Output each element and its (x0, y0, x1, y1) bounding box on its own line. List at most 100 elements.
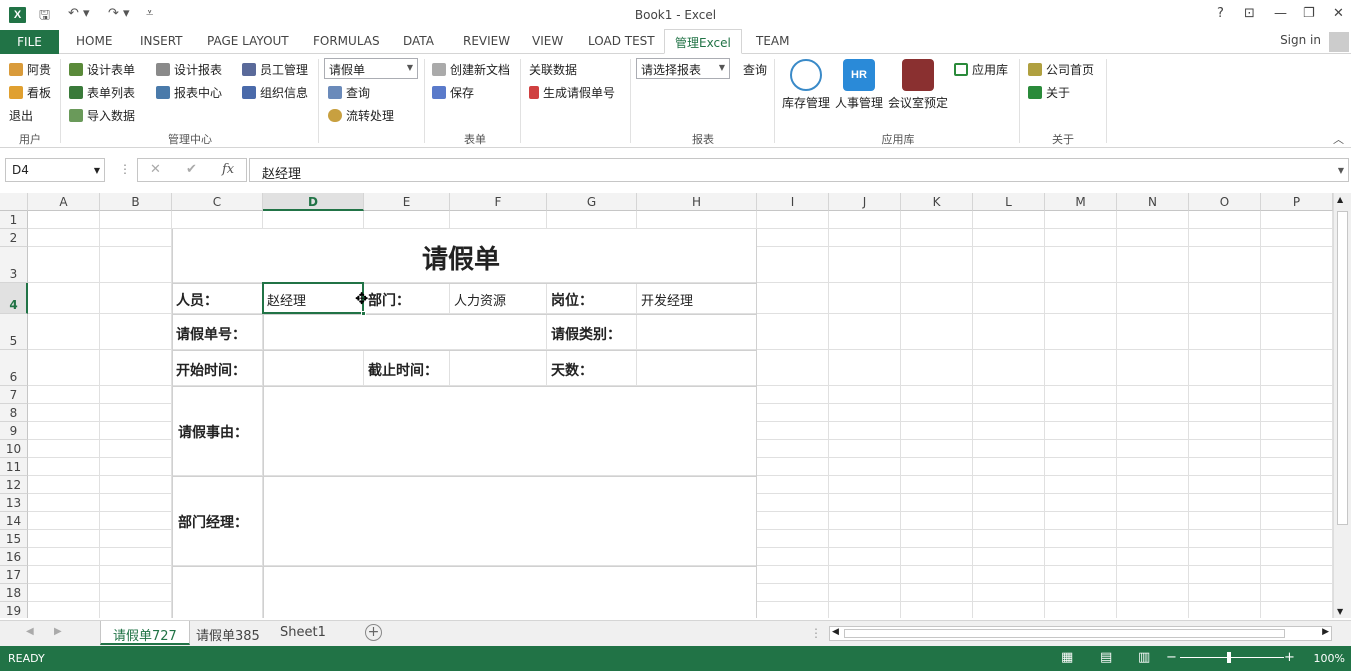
column-header-b[interactable]: B (100, 193, 172, 211)
column-header-h[interactable]: H (637, 193, 757, 211)
row-header-17[interactable]: 17 (0, 566, 28, 584)
tab-formulas[interactable]: FORMULAS (313, 34, 380, 48)
tab-load-test[interactable]: LOAD TEST (588, 34, 655, 48)
tab-file[interactable]: FILE (0, 30, 59, 54)
insert-function-icon[interactable]: fx (222, 162, 234, 177)
cancel-icon[interactable]: ✕ (150, 162, 161, 177)
sheet-tab-3[interactable]: Sheet1 (268, 621, 338, 645)
tab-page-layout[interactable]: PAGE LAYOUT (207, 34, 289, 48)
form-list-button[interactable]: 表单列表 (69, 84, 135, 101)
report-query-button[interactable]: 查询 (743, 61, 767, 78)
page-break-view-icon[interactable]: ▥ (1138, 650, 1150, 665)
row-header-15[interactable]: 15 (0, 530, 28, 548)
flow-process-button[interactable]: 流转处理 (328, 107, 394, 124)
scrollbar-thumb[interactable] (844, 629, 1285, 638)
prev-sheet-icon[interactable]: ◀ (26, 626, 34, 637)
row-header-9[interactable]: 9 (0, 422, 28, 440)
scroll-down-icon[interactable]: ▼ (1337, 607, 1343, 616)
logout-button[interactable]: 退出 (9, 107, 33, 124)
worksheet-grid[interactable]: A B C D E F G H I J K L M N O P 1 2 3 4 5 6 7 8 9 10 11 12 13 14 15 16 1… (0, 193, 1333, 618)
column-header-p[interactable]: P (1261, 193, 1333, 211)
active-cell-d4[interactable] (262, 282, 366, 316)
fill-handle[interactable] (361, 311, 366, 316)
meeting-room-button[interactable]: 会议室预定 (887, 59, 949, 111)
app-store-button[interactable]: 应用库 (954, 61, 1008, 78)
name-box[interactable]: D4 ▼ (5, 158, 105, 182)
design-form-button[interactable]: 设计表单 (69, 61, 135, 78)
help-button[interactable]: ? (1217, 6, 1224, 21)
tab-home[interactable]: HOME (76, 34, 112, 48)
row-header-5[interactable]: 5 (0, 314, 28, 350)
zoom-slider[interactable] (1180, 657, 1284, 658)
column-header-g[interactable]: G (547, 193, 637, 211)
scroll-right-icon[interactable]: ▶ (1322, 627, 1329, 637)
row-header-12[interactable]: 12 (0, 476, 28, 494)
row-header-11[interactable]: 11 (0, 458, 28, 476)
zoom-out-icon[interactable]: − (1166, 650, 1177, 665)
form-select[interactable]: 请假单 ▼ (324, 58, 418, 79)
normal-view-icon[interactable]: ▦ (1061, 650, 1073, 665)
link-data-button[interactable]: 关联数据 (529, 61, 577, 78)
report-select[interactable]: 请选择报表 ▼ (636, 58, 730, 79)
column-header-a[interactable]: A (28, 193, 100, 211)
tab-insert[interactable]: INSERT (140, 34, 183, 48)
next-sheet-icon[interactable]: ▶ (54, 626, 62, 637)
column-header-j[interactable]: J (829, 193, 901, 211)
staff-management-button[interactable]: 员工管理 (242, 61, 308, 78)
add-sheet-button[interactable]: + (365, 624, 382, 641)
restore-button[interactable]: ❐ (1303, 6, 1315, 21)
column-header-n[interactable]: N (1117, 193, 1189, 211)
tab-team[interactable]: TEAM (756, 34, 789, 48)
row-header-2[interactable]: 2 (0, 229, 28, 247)
row-header-1[interactable]: 1 (0, 211, 28, 229)
column-header-e[interactable]: E (364, 193, 450, 211)
ribbon-display-icon[interactable]: ⊡ (1244, 6, 1255, 21)
design-report-button[interactable]: 设计报表 (156, 61, 222, 78)
column-header-m[interactable]: M (1045, 193, 1117, 211)
sign-in-link[interactable]: Sign in (1280, 33, 1321, 47)
row-header-19[interactable]: 19 (0, 602, 28, 618)
avatar[interactable] (1329, 32, 1349, 52)
generate-number-button[interactable]: 生成请假单号 (529, 84, 615, 101)
row-header-10[interactable]: 10 (0, 440, 28, 458)
report-center-button[interactable]: 报表中心 (156, 84, 222, 101)
about-button[interactable]: 关于 (1028, 84, 1070, 101)
column-header-k[interactable]: K (901, 193, 973, 211)
close-button[interactable]: ✕ (1333, 6, 1344, 21)
expand-formula-icon[interactable]: ▼ (1338, 166, 1344, 175)
column-header-o[interactable]: O (1189, 193, 1261, 211)
create-document-button[interactable]: 创建新文档 (432, 61, 510, 78)
row-header-18[interactable]: 18 (0, 584, 28, 602)
column-header-i[interactable]: I (757, 193, 829, 211)
column-header-d[interactable]: D (263, 193, 364, 211)
row-header-13[interactable]: 13 (0, 494, 28, 512)
column-header-c[interactable]: C (172, 193, 263, 211)
user-name-button[interactable]: 阿贵 (9, 61, 51, 78)
tab-review[interactable]: REVIEW (463, 34, 510, 48)
select-all-corner[interactable] (0, 193, 28, 211)
company-home-button[interactable]: 公司首页 (1028, 61, 1094, 78)
row-header-16[interactable]: 16 (0, 548, 28, 566)
row-header-14[interactable]: 14 (0, 512, 28, 530)
sheet-tab-2[interactable]: 请假单385 (184, 621, 272, 645)
enter-icon[interactable]: ✔ (186, 162, 197, 177)
board-button[interactable]: 看板 (9, 84, 51, 101)
hr-button[interactable]: HR 人事管理 (834, 59, 884, 111)
tab-manage-excel[interactable]: 管理Excel (664, 29, 742, 54)
zoom-level[interactable]: 100% (1314, 652, 1345, 665)
save-form-button[interactable]: 保存 (432, 84, 474, 101)
vertical-scrollbar[interactable]: ▲ ▼ (1333, 193, 1351, 618)
zoom-in-icon[interactable]: + (1284, 650, 1295, 665)
inventory-button[interactable]: 库存管理 (781, 59, 831, 111)
scroll-up-icon[interactable]: ▲ (1337, 195, 1343, 204)
column-header-f[interactable]: F (450, 193, 547, 211)
row-header-8[interactable]: 8 (0, 404, 28, 422)
column-header-l[interactable]: L (973, 193, 1045, 211)
tab-data[interactable]: DATA (403, 34, 434, 48)
horizontal-scrollbar[interactable]: ◀ ▶ (829, 626, 1332, 641)
scroll-left-icon[interactable]: ◀ (832, 627, 839, 637)
row-header-6[interactable]: 6 (0, 350, 28, 386)
minimize-button[interactable]: — (1274, 6, 1287, 21)
org-info-button[interactable]: 组织信息 (242, 84, 308, 101)
row-header-7[interactable]: 7 (0, 386, 28, 404)
